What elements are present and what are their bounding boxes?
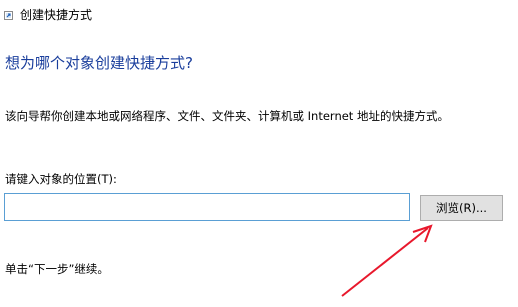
page-heading: 想为哪个对象创建快捷方式? — [5, 54, 193, 72]
wizard-description: 该向导帮你创建本地或网络程序、文件、文件夹、计算机或 Internet 地址的快… — [5, 109, 449, 123]
window-title: 创建快捷方式 — [20, 8, 93, 22]
red-arrow-shaft — [341, 227, 429, 297]
location-label: 请键入对象的位置(T): — [5, 172, 117, 186]
continue-hint: 单击“下一步”继续。 — [5, 262, 109, 276]
location-input[interactable] — [4, 193, 410, 221]
title-bar: 创建快捷方式 — [0, 0, 518, 32]
shortcut-wizard-icon — [4, 11, 13, 20]
browse-button[interactable]: 浏览(R)... — [420, 195, 503, 221]
red-arrow-head — [412, 224, 433, 243]
